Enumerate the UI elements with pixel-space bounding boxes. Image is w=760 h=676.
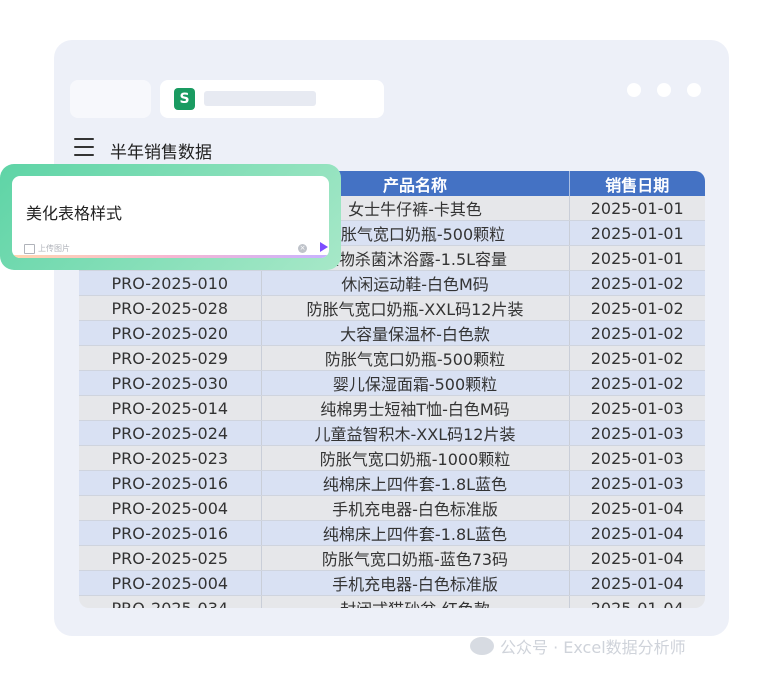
table-row: PRO-2025-010 休闲运动鞋-白色M码 2025-01-02 xyxy=(79,270,705,296)
table-row: PRO-2025-020 大容量保温杯-白色款 2025-01-02 xyxy=(79,320,705,346)
hamburger-menu-icon[interactable] xyxy=(74,138,94,158)
table-cell[interactable]: PRO-2025-025 xyxy=(79,545,262,571)
table-cell[interactable]: 2025-01-04 xyxy=(569,520,705,546)
table-cell[interactable]: 防胀气宽口奶瓶-XXL码12片装 xyxy=(261,295,570,321)
ai-input-box[interactable]: 美化表格样式 上传图片 × xyxy=(12,176,329,258)
table-cell[interactable]: PRO-2025-023 xyxy=(79,445,262,471)
table-cell[interactable]: 2025-01-03 xyxy=(569,395,705,421)
tab-title-placeholder xyxy=(204,91,316,106)
table-row: PRO-2025-029 防胀气宽口奶瓶-500颗粒 2025-01-02 xyxy=(79,345,705,371)
image-icon xyxy=(24,243,35,254)
table-cell[interactable]: PRO-2025-034 xyxy=(79,595,262,608)
table-cell[interactable]: 2025-01-01 xyxy=(569,196,705,221)
watermark: 公众号 · Excel数据分析师 xyxy=(470,634,686,658)
table-cell[interactable]: 2025-01-02 xyxy=(569,370,705,396)
table-cell[interactable]: 2025-01-01 xyxy=(569,220,705,246)
spreadsheet-app-icon: S xyxy=(174,88,195,110)
table-cell[interactable]: 2025-01-01 xyxy=(569,245,705,271)
column-header-2[interactable]: 销售日期 xyxy=(569,171,705,196)
tab-current-file[interactable]: S xyxy=(160,80,384,118)
table-row: PRO-2025-014 纯棉男士短袖T恤-白色M码 2025-01-03 xyxy=(79,395,705,421)
table-cell[interactable]: 2025-01-02 xyxy=(569,270,705,296)
table-cell[interactable]: 纯棉男士短袖T恤-白色M码 xyxy=(261,395,570,421)
table-cell[interactable]: PRO-2025-014 xyxy=(79,395,262,421)
table-cell[interactable]: PRO-2025-004 xyxy=(79,495,262,521)
table-row: PRO-2025-016 纯棉床上四件套-1.8L蓝色 2025-01-04 xyxy=(79,520,705,546)
window-dot-3[interactable] xyxy=(687,83,701,97)
table-row: PRO-2025-025 防胀气宽口奶瓶-蓝色73码 2025-01-04 xyxy=(79,545,705,571)
table-cell[interactable]: PRO-2025-016 xyxy=(79,470,262,496)
table-cell[interactable]: 纯棉床上四件套-1.8L蓝色 xyxy=(261,520,570,546)
table-row: PRO-2025-030 婴儿保湿面霜-500颗粒 2025-01-02 xyxy=(79,370,705,396)
ai-assistant-panel: 美化表格样式 上传图片 × xyxy=(0,164,341,270)
clear-icon[interactable]: × xyxy=(298,244,307,253)
table-row: PRO-2025-004 手机充电器-白色标准版 2025-01-04 xyxy=(79,570,705,596)
table-cell[interactable]: 儿童益智积木-XXL码12片装 xyxy=(261,420,570,446)
table-cell[interactable]: 2025-01-03 xyxy=(569,470,705,496)
table-cell[interactable]: 2025-01-02 xyxy=(569,345,705,371)
table-cell[interactable]: 婴儿保湿面霜-500颗粒 xyxy=(261,370,570,396)
table-cell[interactable]: PRO-2025-004 xyxy=(79,570,262,596)
table-cell[interactable]: 纯棉床上四件套-1.8L蓝色 xyxy=(261,470,570,496)
window-dot-2[interactable] xyxy=(657,83,671,97)
ai-prompt-text[interactable]: 美化表格样式 xyxy=(26,200,122,224)
table-cell[interactable]: 2025-01-04 xyxy=(569,495,705,521)
table-cell[interactable]: 防胀气宽口奶瓶-1000颗粒 xyxy=(261,445,570,471)
table-row: PRO-2025-004 手机充电器-白色标准版 2025-01-04 xyxy=(79,495,705,521)
table-cell[interactable]: 封闭式猫砂盆-红色款 xyxy=(261,595,570,608)
table-cell[interactable]: 2025-01-02 xyxy=(569,295,705,321)
table-cell[interactable]: 2025-01-04 xyxy=(569,545,705,571)
table-cell[interactable]: 2025-01-04 xyxy=(569,595,705,608)
table-cell[interactable]: PRO-2025-020 xyxy=(79,320,262,346)
table-cell[interactable]: 手机充电器-白色标准版 xyxy=(261,570,570,596)
table-cell[interactable]: 2025-01-03 xyxy=(569,420,705,446)
watermark-text: 公众号 · Excel数据分析师 xyxy=(500,638,686,657)
ai-input-underline xyxy=(12,255,329,258)
table-cell[interactable]: PRO-2025-030 xyxy=(79,370,262,396)
upload-image-hint[interactable]: 上传图片 xyxy=(24,243,70,254)
send-icon[interactable] xyxy=(320,242,328,252)
window-dot-1[interactable] xyxy=(627,83,641,97)
table-row: PRO-2025-028 防胀气宽口奶瓶-XXL码12片装 2025-01-02 xyxy=(79,295,705,321)
table-cell[interactable]: PRO-2025-010 xyxy=(79,270,262,296)
table-cell[interactable]: 休闲运动鞋-白色M码 xyxy=(261,270,570,296)
wechat-icon xyxy=(470,637,494,655)
window-controls[interactable] xyxy=(627,83,701,99)
table-cell[interactable]: 防胀气宽口奶瓶-蓝色73码 xyxy=(261,545,570,571)
table-cell[interactable]: PRO-2025-028 xyxy=(79,295,262,321)
table-cell[interactable]: 2025-01-02 xyxy=(569,320,705,346)
table-row: PRO-2025-023 防胀气宽口奶瓶-1000颗粒 2025-01-03 xyxy=(79,445,705,471)
table-cell[interactable]: PRO-2025-024 xyxy=(79,420,262,446)
sheet-title: 半年销售数据 xyxy=(110,143,212,163)
table-row: PRO-2025-024 儿童益智积木-XXL码12片装 2025-01-03 xyxy=(79,420,705,446)
table-cell[interactable]: 2025-01-03 xyxy=(569,445,705,471)
table-cell[interactable]: 大容量保温杯-白色款 xyxy=(261,320,570,346)
table-cell[interactable]: PRO-2025-016 xyxy=(79,520,262,546)
tab-home[interactable] xyxy=(70,80,151,118)
table-cell[interactable]: PRO-2025-029 xyxy=(79,345,262,371)
upload-image-label: 上传图片 xyxy=(38,244,70,253)
table-cell[interactable]: 手机充电器-白色标准版 xyxy=(261,495,570,521)
table-row: PRO-2025-016 纯棉床上四件套-1.8L蓝色 2025-01-03 xyxy=(79,470,705,496)
table-row: PRO-2025-034封闭式猫砂盆-红色款2025-01-04 xyxy=(79,595,705,608)
table-cell[interactable]: 2025-01-04 xyxy=(569,570,705,596)
table-cell[interactable]: 防胀气宽口奶瓶-500颗粒 xyxy=(261,345,570,371)
